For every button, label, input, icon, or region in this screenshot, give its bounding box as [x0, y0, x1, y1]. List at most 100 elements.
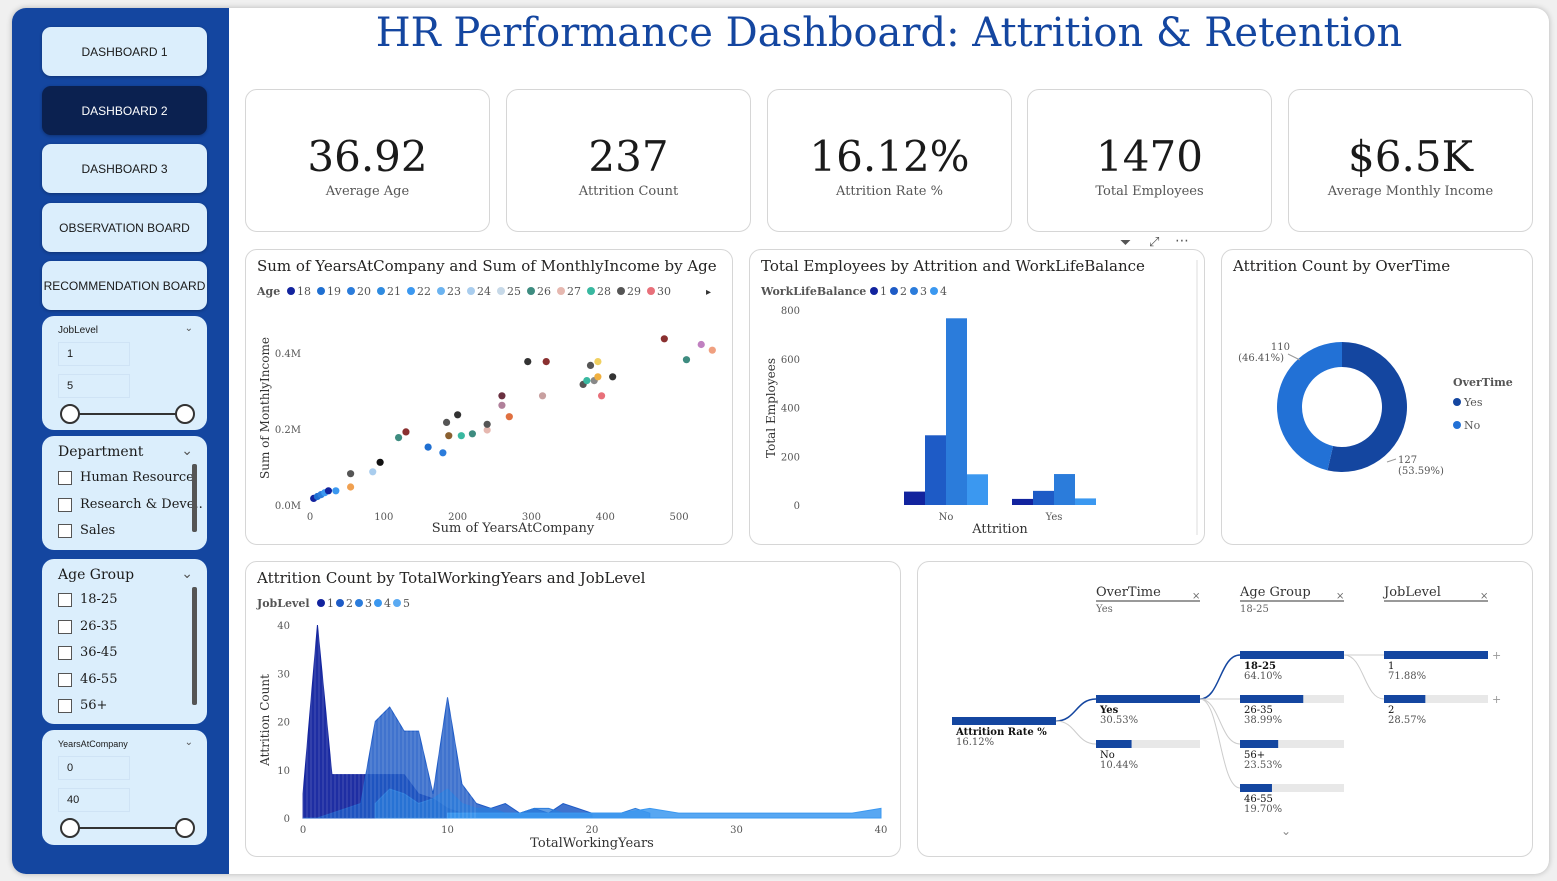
x-tick-label: 0 [300, 825, 306, 836]
y-tick-label: 400 [781, 404, 800, 415]
department-option[interactable]: Research & Deve.. [58, 497, 203, 512]
legend-marker [374, 599, 382, 607]
scatter-point [524, 358, 532, 366]
data-label-pct: (53.59%) [1398, 466, 1444, 477]
legend-label: 24 [477, 285, 491, 298]
checkbox[interactable] [58, 698, 72, 713]
more-options-icon[interactable]: ⋯ [1175, 233, 1189, 249]
y-tick-label: 0.2M [275, 425, 301, 436]
x-tick-label: 0 [307, 512, 313, 523]
legend-label: 3 [920, 285, 927, 298]
legend-marker [467, 287, 475, 295]
x-tick-label: 40 [875, 825, 888, 836]
donut-chart[interactable]: 127(53.59%) 110(46.41%) OverTime Yes No [1222, 250, 1532, 544]
y-axis-label: Sum of MonthlyIncome [258, 337, 272, 479]
age-group-option[interactable]: 46-55 [58, 672, 117, 687]
node-bar [1240, 651, 1344, 659]
legend-marker [437, 287, 445, 295]
x-tick-label: No [939, 512, 954, 523]
legend-marker [317, 287, 325, 295]
nav-observation-board[interactable]: OBSERVATION BOARD [42, 203, 207, 252]
joblevel-slider-track[interactable] [70, 413, 186, 415]
scatter-point [394, 434, 403, 442]
legend-title: Age [256, 285, 280, 298]
checkbox[interactable] [58, 497, 72, 512]
years-min-input[interactable]: 0 [58, 756, 130, 780]
checkbox[interactable] [58, 470, 72, 485]
department-scrollbar[interactable] [192, 464, 197, 532]
node-value: 19.70% [1244, 804, 1282, 815]
years-slider-max-handle[interactable] [175, 818, 195, 838]
filter-icon[interactable]: ⏷ [1120, 235, 1131, 251]
kpi-label: Average Age [325, 184, 410, 199]
chevron-down-icon[interactable]: ⌄ [181, 565, 193, 582]
joblevel-max-input[interactable]: 5 [58, 374, 130, 398]
x-tick-label: 30 [730, 825, 743, 836]
x-axis-label: TotalWorkingYears [530, 836, 654, 851]
age-group-option[interactable]: 56+ [58, 698, 107, 713]
joblevel-min-input[interactable]: 1 [58, 342, 130, 366]
joblevel-slider-min-handle[interactable] [60, 404, 80, 424]
department-slicer: Department ⌄ Human Resource Research & D… [42, 436, 207, 550]
node-bar [1096, 740, 1132, 748]
legend-label: 23 [447, 285, 461, 298]
scatter-point [468, 430, 476, 438]
node-value: 10.44% [1100, 760, 1138, 771]
area-chart[interactable]: JobLevel 1 2 3 4 5 00 10 10 20 20 30 30 40 40 TotalWork… [246, 562, 900, 856]
y-tick-label: 30 [277, 669, 290, 680]
y-tick-label: 0 [794, 501, 800, 512]
nav-dashboard-3[interactable]: DASHBOARD 3 [42, 144, 207, 193]
x-tick-label: 400 [596, 512, 615, 523]
nav-recommendation-board[interactable]: RECOMMENDATION BOARD [42, 261, 207, 310]
scatter-point [505, 413, 513, 421]
legend-next-icon: ▸ [706, 287, 711, 298]
kpi-value: $6.5K [1348, 132, 1473, 181]
x-axis-label: Attrition [971, 522, 1028, 537]
checkbox[interactable] [58, 592, 72, 607]
scatter-point [424, 443, 432, 451]
node-bar [1240, 784, 1272, 792]
years-slider-track[interactable] [70, 827, 186, 829]
scatter-point [583, 377, 591, 385]
legend-label: 18 [297, 285, 311, 298]
focus-mode-icon[interactable]: ⤢ [1149, 235, 1159, 250]
scatter-point [402, 428, 410, 436]
legend-marker [617, 287, 625, 295]
chevron-down-icon[interactable]: ⌄ [181, 442, 193, 459]
legend-marker [1453, 421, 1461, 429]
kpi-average-monthly-income: $6.5K Average Monthly Income [1288, 89, 1533, 232]
checkbox[interactable] [58, 523, 72, 538]
decomposition-tree[interactable]: Attrition Rate %16.12%OverTime ×YesYes30.… [918, 562, 1532, 856]
scatter-chart[interactable]: Age 18 19 20 21 22 23 24 25 26 27 28 29 30 ▸0 100 200 300… [246, 250, 732, 544]
joblevel-slicer-title: JobLevel [58, 325, 99, 336]
scatter-point [542, 358, 550, 366]
level-header: JobLevel [1382, 585, 1441, 600]
joblevel-slider-max-handle[interactable] [175, 404, 195, 424]
age-group-option[interactable]: 26-35 [58, 619, 117, 634]
legend-label: 19 [327, 285, 341, 298]
chevron-down-icon[interactable]: ⌄ [185, 323, 193, 334]
legend-title: JobLevel [256, 597, 310, 610]
chevron-down-icon[interactable]: ⌄ [185, 737, 193, 748]
tree-connector [1199, 698, 1241, 745]
age-group-option[interactable]: 18-25 [58, 592, 117, 607]
legend-marker [557, 287, 565, 295]
nav-dashboard-1[interactable]: DASHBOARD 1 [42, 27, 207, 76]
checkbox[interactable] [58, 619, 72, 634]
age-group-option[interactable]: 36-45 [58, 645, 117, 660]
node-value: 64.10% [1244, 671, 1282, 682]
checkbox[interactable] [58, 672, 72, 687]
nav-dashboard-2[interactable]: DASHBOARD 2 [42, 86, 207, 135]
department-option[interactable]: Sales [58, 523, 115, 538]
y-tick-label: 0.0M [275, 501, 301, 512]
years-slider-min-handle[interactable] [60, 818, 80, 838]
checkbox[interactable] [58, 645, 72, 660]
years-max-input[interactable]: 40 [58, 788, 130, 812]
department-option[interactable]: Human Resource [58, 470, 194, 485]
bar-chart[interactable]: WorkLifeBalance 1 2 3 40200400600800Total Em… [750, 250, 1204, 544]
kpi-value: 36.92 [307, 132, 428, 181]
age-group-scrollbar[interactable] [192, 587, 197, 705]
area-chart-card: Attrition Count by TotalWorkingYears and… [245, 561, 901, 857]
root-value: 16.12% [956, 737, 994, 748]
scatter-point [483, 420, 491, 428]
